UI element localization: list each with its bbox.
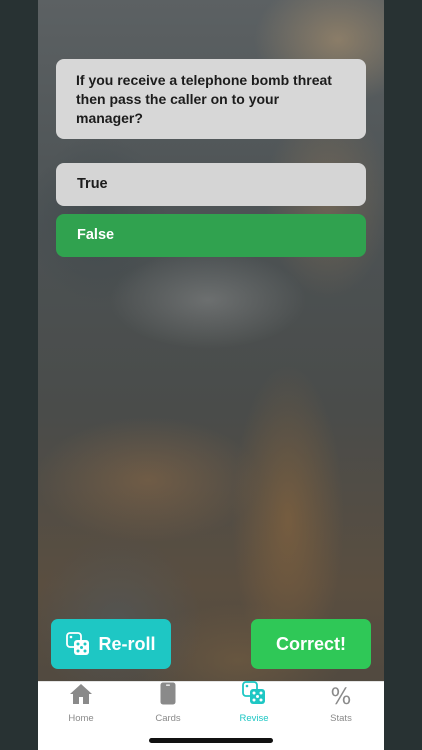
tab-label: Revise xyxy=(239,713,269,724)
tab-stats[interactable]: % Stats xyxy=(311,686,371,726)
tab-revise[interactable]: Revise xyxy=(224,681,284,726)
phone-viewport: If you receive a telephone bomb threat t… xyxy=(38,0,384,750)
home-indicator[interactable] xyxy=(149,738,273,743)
card-icon xyxy=(160,682,176,710)
tab-cards[interactable]: Cards xyxy=(138,682,198,726)
tab-home[interactable]: Home xyxy=(51,683,111,726)
correct-label: Correct! xyxy=(275,633,346,654)
tab-label: Home xyxy=(68,713,94,724)
reroll-label: Re-roll xyxy=(98,633,156,654)
percent-icon: % xyxy=(330,685,352,710)
question-card: If you receive a telephone bomb threat t… xyxy=(56,59,366,139)
answer-option-label: False xyxy=(77,227,115,243)
dice-icon xyxy=(242,681,266,710)
tab-label: Cards xyxy=(155,713,181,724)
tab-label: Stats xyxy=(330,713,352,724)
home-icon xyxy=(69,683,93,710)
question-text: If you receive a telephone bomb threat t… xyxy=(76,72,332,126)
app-screen: If you receive a telephone bomb threat t… xyxy=(0,0,422,750)
correct-button[interactable]: Correct! xyxy=(251,619,371,669)
dice-icon xyxy=(66,632,90,656)
answer-option-label: True xyxy=(77,176,108,192)
reroll-button[interactable]: Re-roll xyxy=(51,619,171,669)
answer-option-true[interactable]: True xyxy=(56,163,366,206)
answer-option-false[interactable]: False xyxy=(56,214,366,257)
